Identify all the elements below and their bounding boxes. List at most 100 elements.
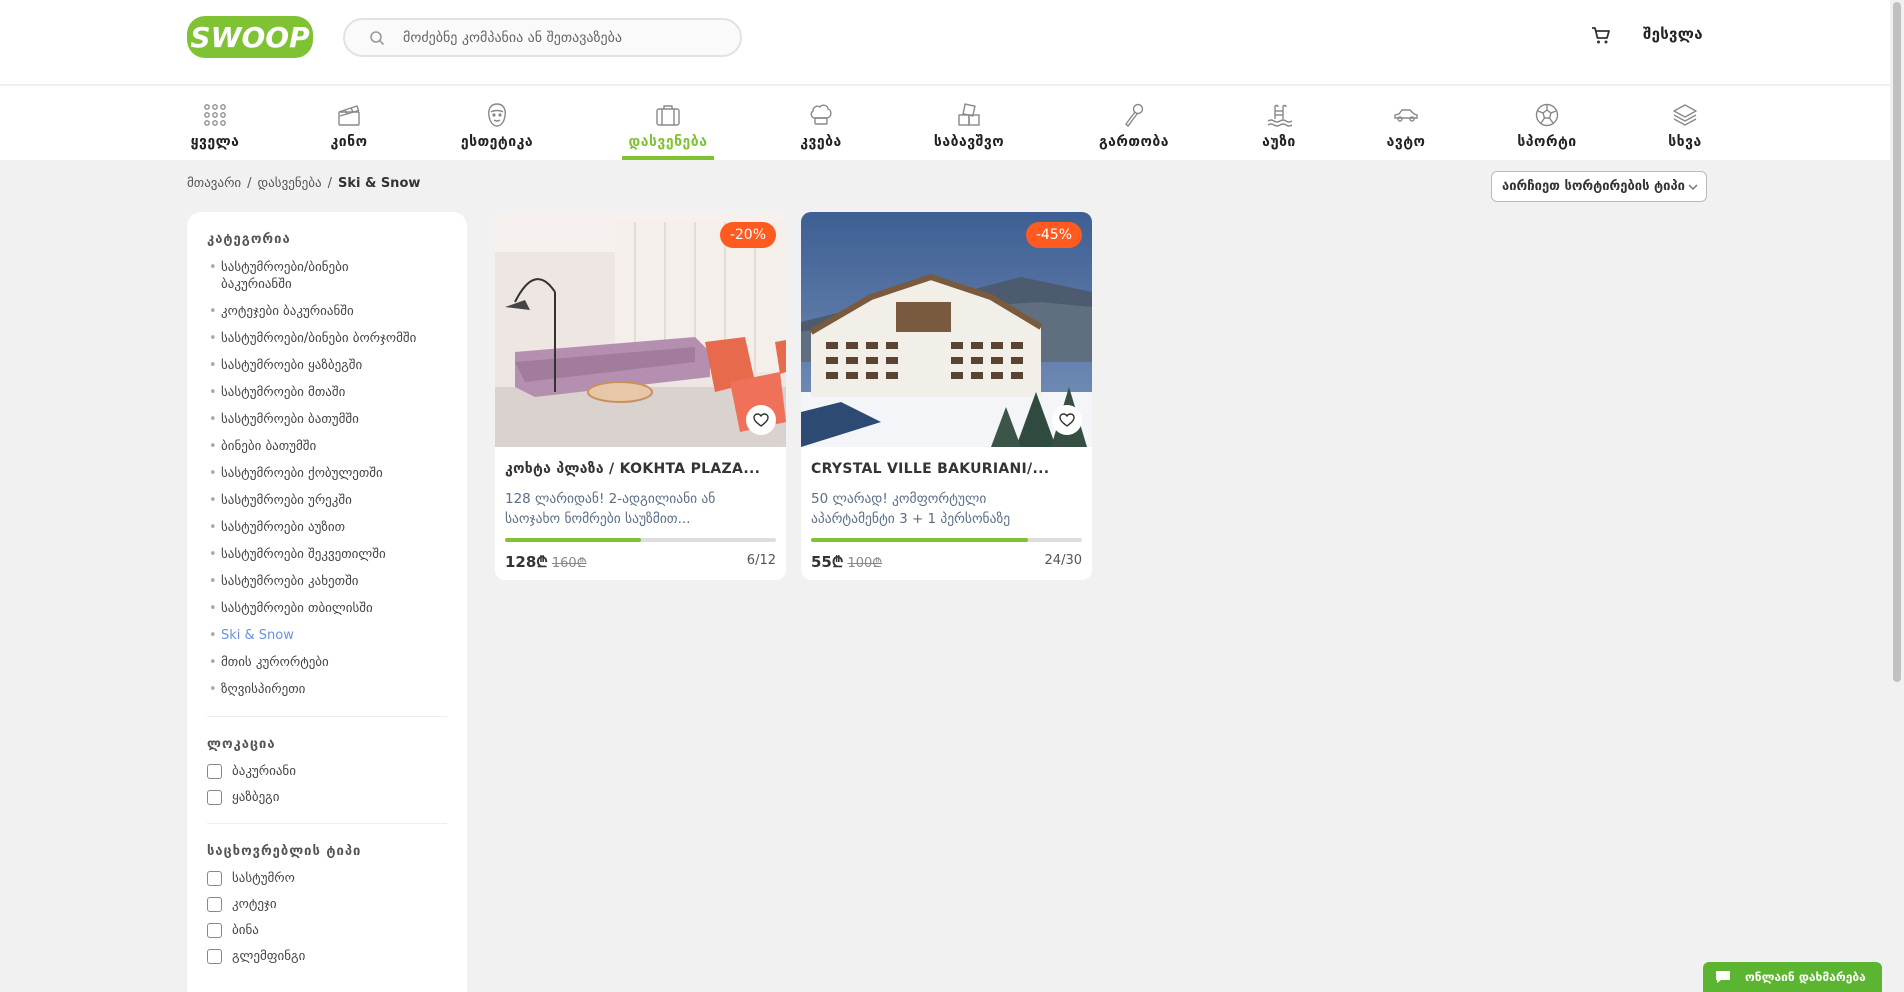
category-aesthetics[interactable]: ესთეტიკა: [456, 86, 538, 160]
checkbox-label: ყაზბეგი: [232, 790, 280, 805]
layers-icon: [1673, 104, 1697, 126]
breadcrumb-parent[interactable]: დასვენება: [258, 176, 322, 191]
toy-blocks-icon: [958, 103, 980, 126]
offer-description-line: აპარტამენტი 3 + 1 პერსონაზე: [811, 511, 1011, 527]
category-filter-title: კატეგორია: [207, 232, 291, 247]
location-checkbox-row[interactable]: ყაზბეგი: [207, 790, 447, 805]
checkbox[interactable]: [207, 764, 222, 779]
sort-dropdown[interactable]: აირჩიეთ სორტირების ტიპი: [1491, 171, 1707, 202]
checkbox[interactable]: [207, 923, 222, 938]
filter-sidebar: კატეგორია სასტუმროები/ბინები ბაკურიანში …: [187, 212, 467, 992]
offer-title[interactable]: კოხტა პლაზა / KOKHTA PLAZA...: [505, 461, 780, 477]
online-help-button[interactable]: ონლაინ დახმარება: [1703, 962, 1882, 992]
heart-icon: [753, 413, 769, 427]
category-sport[interactable]: სპორტი: [1513, 86, 1581, 160]
breadcrumb-separator: /: [247, 176, 252, 191]
search-input[interactable]: [403, 29, 723, 46]
category-food[interactable]: კვება: [797, 86, 845, 160]
category-all[interactable]: ყველა: [187, 86, 243, 160]
category-label: კვება: [800, 134, 842, 150]
category-filter-item-active[interactable]: Ski & Snow: [207, 627, 447, 644]
accommodation-type-filter-title: საცხოვრებლის ტიპი: [207, 844, 362, 859]
offer-title[interactable]: CRYSTAL VILLE BAKURIANI/...: [811, 461, 1086, 477]
breadcrumb-separator: /: [327, 176, 332, 191]
category-label: დასვენება: [628, 134, 708, 150]
category-filter-item[interactable]: მთის კურორტები: [207, 654, 447, 671]
category-filter-item[interactable]: სასტუმროები აუზით: [207, 519, 447, 536]
face-icon: [488, 103, 506, 127]
checkbox[interactable]: [207, 871, 222, 886]
category-entertainment[interactable]: გართობა: [1093, 86, 1175, 160]
category-label: საბავშვო: [933, 134, 1005, 150]
swoop-logo[interactable]: SWOOP: [187, 16, 313, 58]
offer-description: 50 ლარად! კომფორტული აპარტამენტი 3 + 1 პ…: [811, 489, 1086, 529]
category-filter-list: სასტუმროები/ბინები ბაკურიანში კოტეჯები ბ…: [207, 259, 447, 698]
category-auto[interactable]: ავტო: [1384, 86, 1428, 160]
category-label: ავტო: [1386, 134, 1426, 150]
category-label: სპორტი: [1517, 134, 1577, 150]
discount-badge: -45%: [1025, 222, 1082, 248]
checkbox[interactable]: [207, 949, 222, 964]
category-filter-item[interactable]: ბინები ბათუმში: [207, 438, 447, 455]
checkbox[interactable]: [207, 790, 222, 805]
offer-price: 128₾ 160₾: [505, 552, 587, 572]
category-label: გართობა: [1098, 134, 1170, 150]
chevron-down-icon: [1688, 184, 1698, 191]
breadcrumb-home[interactable]: მთავარი: [187, 176, 241, 191]
category-other[interactable]: სხვა: [1665, 86, 1705, 160]
favorite-button[interactable]: [1052, 405, 1082, 435]
offer-card[interactable]: -20% კოხტა პლაზა / KOKHTA PLAZA... 128 ლ…: [495, 212, 786, 580]
chef-hat-icon: [810, 104, 832, 125]
car-icon: [1394, 109, 1418, 122]
sold-progress-bar: [505, 538, 776, 542]
category-filter-item[interactable]: სასტუმროები/ბინები ბორჯომში: [207, 330, 447, 347]
cart-icon[interactable]: [1590, 24, 1612, 46]
category-kids[interactable]: საბავშვო: [929, 86, 1009, 160]
search-bar[interactable]: [343, 18, 742, 57]
category-label: აუზი: [1262, 134, 1296, 150]
heart-icon: [1059, 413, 1075, 427]
category-filter-item[interactable]: სასტუმროები ქობულეთში: [207, 465, 447, 482]
logo-text: SWOOP: [190, 21, 310, 54]
login-button[interactable]: შესვლა: [1643, 25, 1703, 43]
category-filter-item[interactable]: სასტუმროები კახეთში: [207, 573, 447, 590]
category-filter-item[interactable]: კოტეჯები ბაკურიანში: [207, 303, 447, 320]
offer-card[interactable]: -45% CRYSTAL VILLE BAKURIANI/... 50 ლარა…: [801, 212, 1092, 580]
location-checkbox-row[interactable]: ბაკურიანი: [207, 764, 447, 779]
checkbox-label: ბაკურიანი: [232, 764, 296, 779]
old-price: 100₾: [847, 556, 883, 571]
category-filter-item[interactable]: სასტუმროები ურეკში: [207, 492, 447, 509]
checkbox-label: კოტეჯი: [232, 897, 277, 912]
category-filter-item[interactable]: სასტუმროები შეკვეთილში: [207, 546, 447, 563]
category-filter-item[interactable]: სასტუმროები მთაში: [207, 384, 447, 401]
checkbox[interactable]: [207, 897, 222, 912]
location-filter-title: ლოკაცია: [207, 737, 276, 752]
category-filter-item[interactable]: სასტუმროები/ბინები ბაკურიანში: [207, 259, 447, 293]
clapperboard-icon: [338, 105, 360, 126]
category-label: სხვა: [1668, 134, 1702, 150]
type-checkbox-row[interactable]: კოტეჯი: [207, 897, 447, 912]
page-scrollbar[interactable]: [1890, 0, 1904, 992]
category-filter-item[interactable]: სასტუმროები თბილისში: [207, 600, 447, 617]
category-vacation[interactable]: დასვენება: [622, 86, 714, 160]
checkbox-label: სასტუმრო: [232, 871, 295, 886]
category-filter-item[interactable]: სასტუმროები ყაზბეგში: [207, 357, 447, 374]
suitcase-icon: [656, 105, 680, 126]
category-label: ესთეტიკა: [460, 134, 534, 150]
category-filter-item[interactable]: სასტუმროები ბათუმში: [207, 411, 447, 428]
category-filter-item[interactable]: ზღვისპირეთი: [207, 681, 447, 698]
favorite-button[interactable]: [746, 405, 776, 435]
type-checkbox-row[interactable]: გლემფინგი: [207, 949, 447, 964]
category-pool[interactable]: აუზი: [1259, 86, 1299, 160]
category-cinema[interactable]: კინო: [327, 86, 371, 160]
scrollbar-thumb[interactable]: [1893, 2, 1901, 682]
online-help-label: ონლაინ დახმარება: [1745, 970, 1866, 984]
category-label: კინო: [330, 134, 368, 150]
header: SWOOP შესვლა: [0, 0, 1904, 85]
offer-price: 55₾ 100₾: [811, 552, 882, 572]
type-checkbox-row[interactable]: ბინა: [207, 923, 447, 938]
offer-description-line: 50 ლარად! კომფორტული: [811, 491, 987, 507]
type-checkbox-row[interactable]: სასტუმრო: [207, 871, 447, 886]
chat-bubble-icon: [1716, 971, 1730, 983]
breadcrumb: მთავარი / დასვენება / Ski & Snow: [187, 176, 420, 191]
